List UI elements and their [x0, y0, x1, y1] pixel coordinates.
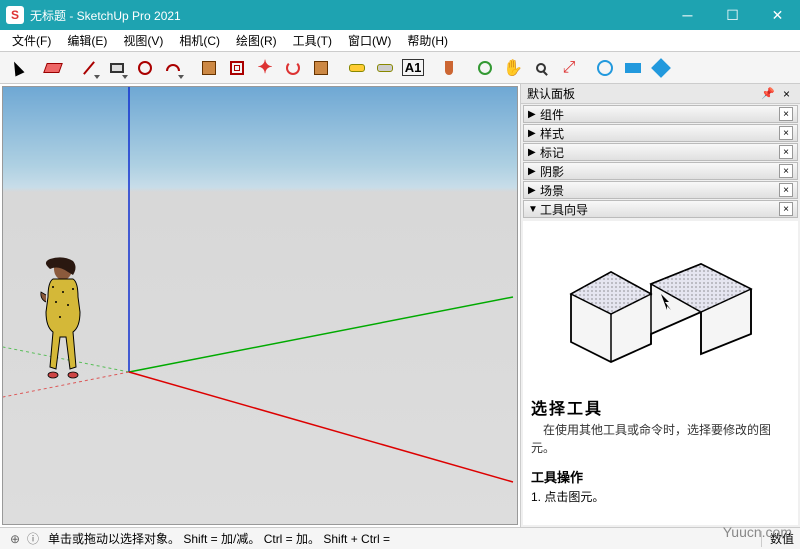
- app-icon: S: [6, 6, 24, 24]
- accordion-section-1[interactable]: ▶样式×: [523, 124, 798, 142]
- panel-title: 默认面板: [527, 85, 575, 102]
- extension-3-tool[interactable]: [648, 55, 674, 81]
- offset-tool[interactable]: [224, 55, 250, 81]
- instructor-step: 1. 点击图元。: [531, 488, 790, 505]
- zoom-extents-tool[interactable]: ⤢: [556, 55, 582, 81]
- move-tool[interactable]: ✦: [252, 55, 278, 81]
- section-close-icon[interactable]: ×: [779, 126, 793, 140]
- toolbar: ✦ A1 ✋ ⤢: [0, 52, 800, 84]
- chevron-icon: ▶: [528, 147, 540, 158]
- paint-tool[interactable]: [436, 55, 462, 81]
- chevron-icon: ▶: [528, 128, 540, 139]
- rectangle-tool[interactable]: [104, 55, 130, 81]
- arc-tool[interactable]: [160, 55, 186, 81]
- chevron-icon: ▶: [528, 166, 540, 177]
- line-tool[interactable]: [76, 55, 102, 81]
- menu-help[interactable]: 帮助(H): [399, 30, 456, 51]
- section-close-icon[interactable]: ×: [779, 164, 793, 178]
- minimize-button[interactable]: ─: [665, 0, 710, 30]
- menu-view[interactable]: 视图(V): [115, 30, 171, 51]
- accordion-section-2[interactable]: ▶标记×: [523, 143, 798, 161]
- instructor-title: 选择工具: [531, 395, 790, 419]
- accordion-label: 标记: [540, 144, 779, 161]
- section-close-icon[interactable]: ×: [779, 145, 793, 159]
- rotate-tool[interactable]: [280, 55, 306, 81]
- panel-close-icon[interactable]: ×: [779, 87, 794, 101]
- instructor-illustration: [531, 229, 790, 389]
- geo-icon[interactable]: ⊕: [6, 532, 24, 546]
- select-tool[interactable]: [4, 55, 30, 81]
- instructor-panel: 选择工具 在使用其他工具或命令时，选择要修改的图元。 工具操作 1. 点击图元。: [523, 221, 798, 525]
- chevron-icon: ▶: [528, 185, 540, 196]
- title-bar: S 无标题 - SketchUp Pro 2021 ─ ☐ ✕: [0, 0, 800, 30]
- scale-figure-icon: [38, 257, 88, 397]
- menu-tools[interactable]: 工具(T): [285, 30, 340, 51]
- scale-tool[interactable]: [308, 55, 334, 81]
- pin-icon[interactable]: 📌: [761, 87, 775, 100]
- accordion-label: 组件: [540, 106, 779, 123]
- orbit-tool[interactable]: [472, 55, 498, 81]
- menu-bar: 文件(F) 编辑(E) 视图(V) 相机(C) 绘图(R) 工具(T) 窗口(W…: [0, 30, 800, 52]
- extension-1-tool[interactable]: [592, 55, 618, 81]
- menu-file[interactable]: 文件(F): [4, 30, 59, 51]
- maximize-button[interactable]: ☐: [710, 0, 755, 30]
- accordion-label: 阴影: [540, 163, 779, 180]
- pushpull-tool[interactable]: [196, 55, 222, 81]
- chevron-icon: ▶: [528, 109, 540, 120]
- eraser-tool[interactable]: [40, 55, 66, 81]
- accordion-section-5[interactable]: ▼工具向导×: [523, 200, 798, 218]
- section-close-icon[interactable]: ×: [779, 107, 793, 121]
- menu-camera[interactable]: 相机(C): [171, 30, 228, 51]
- dimension-tool[interactable]: [372, 55, 398, 81]
- menu-draw[interactable]: 绘图(R): [228, 30, 285, 51]
- text-tool[interactable]: A1: [400, 55, 426, 81]
- section-close-icon[interactable]: ×: [779, 183, 793, 197]
- accordion-label: 样式: [540, 125, 779, 142]
- default-tray-panel: 默认面板 📌 × ▶组件×▶样式×▶标记×▶阴影×▶场景×▼工具向导×: [520, 84, 800, 527]
- accordion-label: 工具向导: [540, 201, 779, 218]
- status-message: 单击或拖动以选择对象。 Shift = 加/减。 Ctrl = 加。 Shift…: [42, 530, 753, 547]
- accordion-section-0[interactable]: ▶组件×: [523, 105, 798, 123]
- chevron-icon: ▼: [528, 204, 540, 215]
- section-close-icon[interactable]: ×: [779, 202, 793, 216]
- menu-window[interactable]: 窗口(W): [340, 30, 399, 51]
- instructor-description: 在使用其他工具或命令时，选择要修改的图元。: [531, 421, 790, 457]
- 3d-viewport[interactable]: [2, 86, 518, 525]
- menu-edit[interactable]: 编辑(E): [59, 30, 115, 51]
- panel-header[interactable]: 默认面板 📌 ×: [521, 84, 800, 104]
- instructor-ops-heading: 工具操作: [531, 467, 790, 486]
- close-button[interactable]: ✕: [755, 0, 800, 30]
- accordion-section-4[interactable]: ▶场景×: [523, 181, 798, 199]
- info-icon[interactable]: ⓘ: [24, 530, 42, 547]
- extension-2-tool[interactable]: [620, 55, 646, 81]
- accordion-section-3[interactable]: ▶阴影×: [523, 162, 798, 180]
- zoom-tool[interactable]: [528, 55, 554, 81]
- window-title: 无标题 - SketchUp Pro 2021: [30, 7, 665, 24]
- circle-tool[interactable]: [132, 55, 158, 81]
- tape-tool[interactable]: [344, 55, 370, 81]
- pan-tool[interactable]: ✋: [500, 55, 526, 81]
- watermark: Yuucn.com: [723, 524, 792, 540]
- accordion-label: 场景: [540, 182, 779, 199]
